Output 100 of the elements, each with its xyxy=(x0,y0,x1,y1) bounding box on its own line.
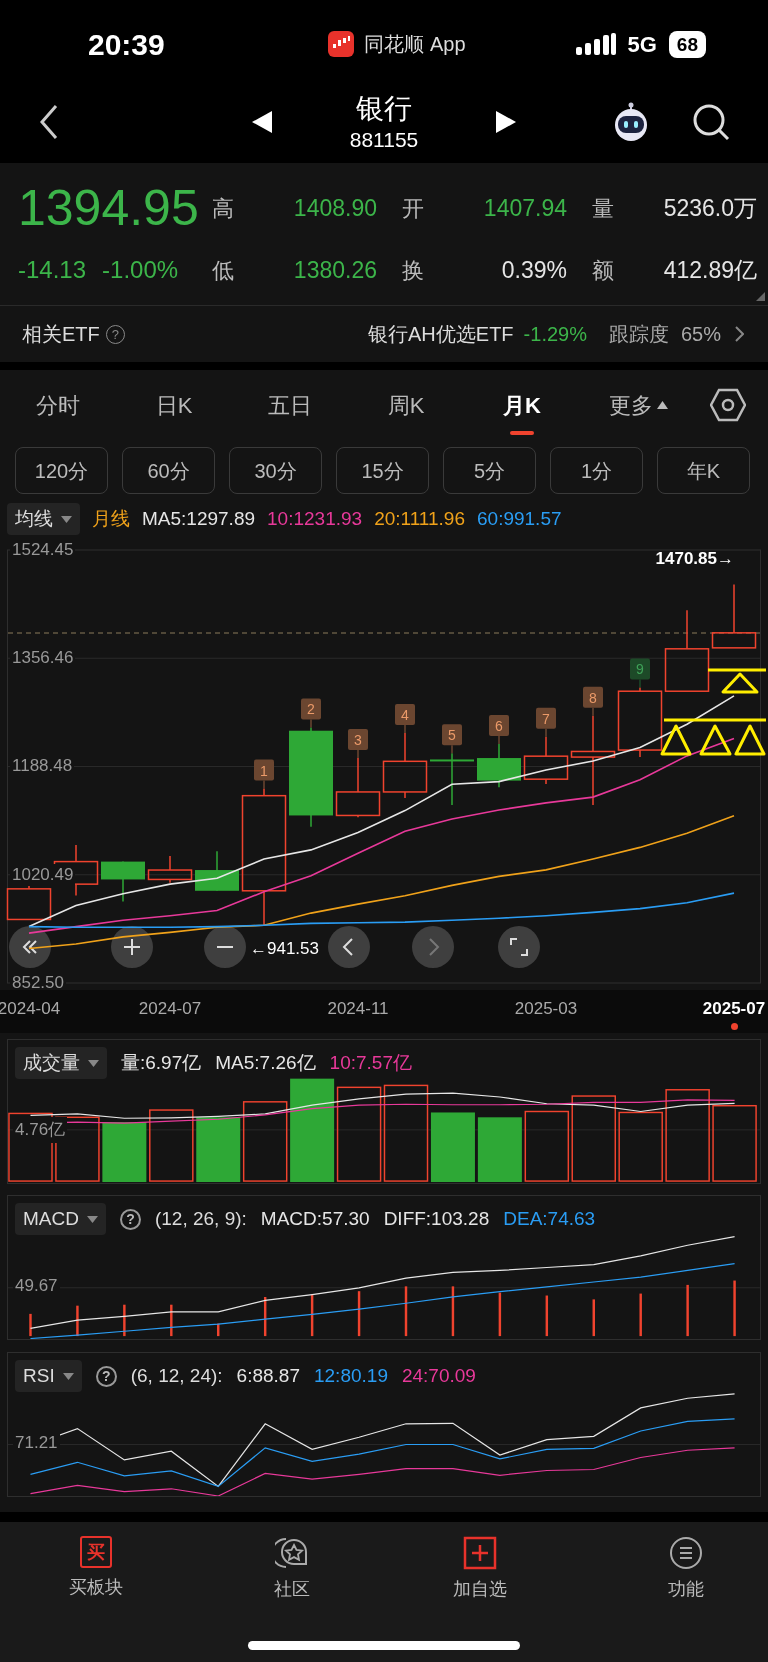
caret-icon xyxy=(62,1372,74,1380)
stat-value: 1408.90 xyxy=(293,193,377,223)
macd-bar xyxy=(733,1280,736,1337)
indicator-value: MACD:57.30 xyxy=(260,1206,370,1231)
bottom-nav-item[interactable]: 加自选 xyxy=(410,1522,550,1603)
period-tab[interactable]: 月K xyxy=(464,370,580,440)
interval-button[interactable]: 5分 xyxy=(443,447,536,494)
interval-button[interactable]: 15分 xyxy=(336,447,429,494)
macd-bar xyxy=(170,1304,173,1337)
stat-label: 开 xyxy=(402,194,424,223)
search-icon[interactable] xyxy=(692,102,730,141)
candlestick xyxy=(617,686,663,758)
previous-triangle-icon[interactable] xyxy=(251,110,272,133)
stat-value: 1407.94 xyxy=(483,193,567,223)
interval-button[interactable]: 1分 xyxy=(550,447,643,494)
indicator-value: 6:88.87 xyxy=(236,1363,300,1388)
period-tab[interactable]: 五日 xyxy=(232,370,348,440)
volume-bar xyxy=(524,1110,570,1182)
indicator-params: (6, 12, 24): xyxy=(130,1363,223,1388)
indicator-value: 量:6.97亿 xyxy=(121,1050,202,1075)
stat-label: 额 xyxy=(592,256,614,285)
interval-button[interactable]: 年K xyxy=(657,447,750,494)
network-type: 5G xyxy=(627,30,657,59)
candlestick xyxy=(430,752,474,806)
indicator-value: MA5:7.26亿 xyxy=(215,1050,316,1075)
macd-bar xyxy=(498,1292,502,1337)
ma-legend-value: 60:991.57 xyxy=(477,506,562,531)
signal-icon xyxy=(575,33,616,55)
low-price-label: ←941.53 xyxy=(250,938,319,960)
menu-icon xyxy=(669,1536,703,1570)
stat-value: 5236.0万 xyxy=(663,193,757,223)
indicator-value: DIFF:103.28 xyxy=(383,1206,490,1231)
app-name: 同花顺 App xyxy=(364,32,466,57)
macd-bar xyxy=(217,1323,220,1337)
ma-legend-value: 20:1111.96 xyxy=(374,506,465,531)
interval-button[interactable]: 120分 xyxy=(15,447,108,494)
volume-bar xyxy=(430,1112,475,1183)
indicator-value: 24:70.09 xyxy=(401,1363,476,1388)
macd-bar xyxy=(357,1291,361,1337)
macd-bar xyxy=(686,1284,689,1337)
stat-value: 0.39% xyxy=(501,255,567,285)
last-price: 1394.95 xyxy=(18,180,200,236)
nav-label: 功能 xyxy=(668,1578,704,1601)
price-change: -14.13 xyxy=(18,255,87,285)
help-icon[interactable]: ? xyxy=(119,1208,141,1230)
ma-legend-value: MA5:1297.89 xyxy=(142,506,256,531)
indicator-value: 12:80.19 xyxy=(314,1363,388,1388)
back-icon[interactable] xyxy=(38,103,60,140)
volume-bar xyxy=(102,1122,147,1183)
bottom-nav-item[interactable]: 买 买板块 xyxy=(26,1522,166,1601)
next-triangle-icon[interactable] xyxy=(496,110,517,133)
caret-icon xyxy=(88,1059,99,1067)
stat-label: 换 xyxy=(402,256,424,285)
chart-control-button[interactable] xyxy=(498,926,540,968)
app-logo-icon xyxy=(328,31,355,57)
nav-label: 社区 xyxy=(274,1578,310,1601)
candlestick xyxy=(195,850,239,892)
chart-control-button[interactable] xyxy=(328,926,370,968)
indicator-selector[interactable]: RSI xyxy=(15,1360,82,1392)
indicator-selector[interactable]: 均线 xyxy=(7,503,80,535)
period-tab[interactable]: 周K xyxy=(348,370,464,440)
macd-bar xyxy=(639,1293,642,1337)
chart-control-button[interactable] xyxy=(204,926,246,968)
bottom-nav-item[interactable]: 社区 xyxy=(222,1522,362,1603)
indicator-selector[interactable]: 成交量 xyxy=(15,1047,107,1079)
add-icon xyxy=(463,1536,497,1570)
chart-control-button[interactable] xyxy=(111,926,153,968)
chart-control-button[interactable] xyxy=(9,926,51,968)
candlestick xyxy=(382,732,428,799)
interval-button[interactable]: 60分 xyxy=(122,447,215,494)
etf-change: -1.29% xyxy=(523,322,587,347)
ma-legend-value: 10:1231.93 xyxy=(267,506,363,531)
macd-bar xyxy=(545,1295,549,1337)
macd-bar xyxy=(310,1295,314,1337)
axis-label: 4.76亿 xyxy=(13,1117,68,1143)
period-tab[interactable]: 日K xyxy=(116,370,232,440)
corner-triangle-icon xyxy=(756,292,765,301)
macd-bar xyxy=(29,1313,32,1337)
period-tab[interactable]: 更多 xyxy=(580,370,696,440)
interval-button[interactable]: 30分 xyxy=(229,447,322,494)
etf-name[interactable]: 银行AH优选ETF xyxy=(368,319,514,349)
date-label: 2024-07 xyxy=(138,999,202,1019)
indicator-selector[interactable]: MACD xyxy=(15,1203,106,1235)
volume-bar xyxy=(477,1117,522,1183)
period-tab[interactable]: 分时 xyxy=(0,370,116,440)
candlestick xyxy=(711,583,757,649)
date-label: 2025-07 xyxy=(702,999,766,1019)
chevron-right-icon[interactable] xyxy=(735,326,744,342)
caret-icon xyxy=(61,515,72,523)
volume-bar xyxy=(618,1111,663,1182)
buy-badge: 买 xyxy=(80,1536,112,1568)
bottom-nav-item[interactable]: 功能 xyxy=(616,1522,756,1603)
macd-bar xyxy=(404,1286,408,1337)
indicator-value: 10:7.57亿 xyxy=(329,1050,412,1075)
candlestick xyxy=(477,743,521,788)
status-time: 20:39 xyxy=(88,26,166,63)
date-label: 2025-03 xyxy=(514,999,578,1019)
help-icon[interactable]: ? xyxy=(95,1365,117,1387)
page-title: 银行 xyxy=(356,91,412,126)
settings-icon[interactable] xyxy=(710,388,746,422)
